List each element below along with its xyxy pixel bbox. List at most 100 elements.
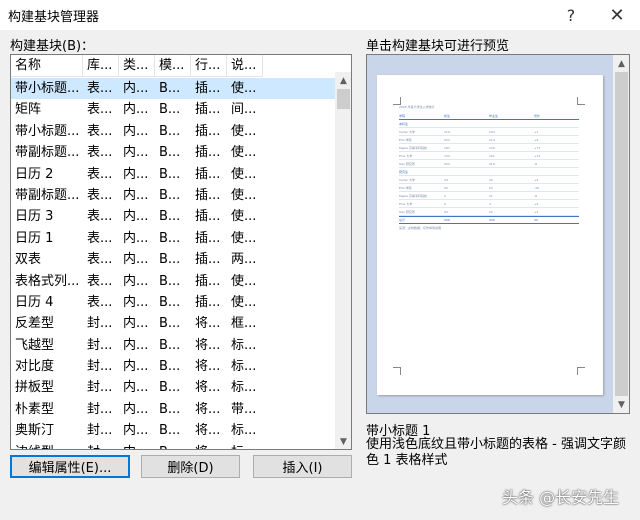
list-cell: 带副标题... bbox=[15, 145, 80, 161]
list-item[interactable]: 表格式列... 表... 内... B... 插... 使... bbox=[11, 271, 335, 292]
column-header-gallery[interactable]: 库... bbox=[83, 55, 119, 77]
scroll-down-icon[interactable]: ▼ bbox=[335, 433, 351, 449]
margin-corner-mark bbox=[393, 367, 401, 375]
preview-table-row: Pine 大学 9 4 +5 bbox=[399, 200, 579, 208]
list-cell: 内... bbox=[123, 145, 149, 161]
list-cell: 使... bbox=[231, 187, 257, 203]
list-cell: 将... bbox=[195, 359, 221, 375]
building-blocks-organizer-dialog: 构建基块管理器 ? ✕ 构建基块(B)： 单击构建基块可进行预览 名称 库...… bbox=[0, 0, 640, 520]
list-cell: B... bbox=[159, 230, 181, 246]
list-cell: 日历 1 bbox=[15, 230, 54, 246]
list-cell: 插... bbox=[195, 166, 221, 182]
preview-table-row: Cedar 大学 24 20 +4 bbox=[399, 176, 579, 184]
help-button[interactable]: ? bbox=[548, 0, 594, 30]
list-cell: 内... bbox=[123, 273, 149, 289]
list-cell: 标... bbox=[231, 380, 257, 396]
list-cell: 将... bbox=[195, 380, 221, 396]
list-cell: 插... bbox=[195, 102, 221, 118]
insert-button[interactable]: 插入(I) bbox=[253, 455, 352, 478]
column-header-behavior[interactable]: 行... bbox=[191, 55, 227, 77]
list-cell: 封... bbox=[87, 359, 113, 375]
list-item[interactable]: 矩阵 表... 内... B... 插... 间... bbox=[11, 99, 335, 120]
list-cell: 表... bbox=[87, 187, 113, 203]
scroll-up-icon[interactable]: ▲ bbox=[613, 55, 629, 72]
column-header-template[interactable]: 模... bbox=[155, 55, 191, 77]
list-cell: B... bbox=[159, 423, 181, 439]
list-item[interactable]: 奥斯汀 封... 内... B... 将... 标... bbox=[11, 420, 335, 441]
list-cell: 使... bbox=[231, 209, 257, 225]
list-cell: 封... bbox=[87, 380, 113, 396]
list-cell: 使... bbox=[231, 81, 257, 96]
help-icon: ? bbox=[566, 5, 576, 25]
list-item[interactable]: 双表 表... 内... B... 插... 两... bbox=[11, 249, 335, 270]
list-cell: 日历 3 bbox=[15, 209, 54, 225]
column-header-description[interactable]: 说... bbox=[227, 55, 263, 77]
list-item[interactable]: 日历 4 表... 内... B... 插... 使... bbox=[11, 292, 335, 313]
list-cell: 使... bbox=[231, 230, 257, 246]
list-item[interactable]: 带副标题... 表... 内... B... 插... 使... bbox=[11, 185, 335, 206]
list-cell: 间... bbox=[231, 102, 257, 118]
watermark: 头条 @长安先生 bbox=[502, 488, 620, 507]
list-cell: 插... bbox=[195, 273, 221, 289]
list-cell: 插... bbox=[195, 209, 221, 225]
close-button[interactable]: ✕ bbox=[594, 0, 640, 30]
preview-table-row: Pine 大学 134 121 +13 bbox=[399, 152, 579, 160]
list-cell: 内... bbox=[123, 187, 149, 203]
scroll-thumb[interactable] bbox=[615, 72, 628, 396]
list-item[interactable]: 带副标题... 表... 内... B... 插... 使... bbox=[11, 142, 335, 163]
list-cell: 边线型 bbox=[11, 442, 83, 449]
list-cell: 日历 2 bbox=[15, 166, 54, 182]
preview-table-footnote: 来源：虚构数据，仅作举例说明 bbox=[399, 226, 442, 230]
list-cell: 内... bbox=[123, 316, 149, 332]
scroll-up-icon[interactable]: ▲ bbox=[335, 72, 351, 89]
preview-table-row: Elm 学院 43 53 -10 bbox=[399, 184, 579, 192]
list-cell: B... bbox=[159, 273, 181, 289]
preview-section-heading: 研究生 bbox=[399, 168, 579, 176]
delete-button[interactable]: 删除(D) bbox=[141, 455, 240, 478]
list-item[interactable]: 带小标题... 表... 内... B... 插... 使... bbox=[11, 78, 335, 100]
list-cell: 使... bbox=[231, 123, 257, 139]
selected-block-description: 使用浅色底纹且带小标题的表格 - 强调文字颜色 1 表格样式 bbox=[366, 437, 626, 468]
list-item[interactable]: 日历 3 表... 内... B... 插... 使... bbox=[11, 206, 335, 227]
list-cell: B... bbox=[159, 81, 181, 96]
list-cell: 将... bbox=[195, 337, 221, 353]
list-cell: 封... bbox=[87, 337, 113, 353]
scroll-thumb[interactable] bbox=[337, 89, 350, 109]
list-cell: 表... bbox=[87, 81, 113, 96]
list-cell: 封... bbox=[87, 423, 113, 439]
list-item[interactable]: 朴素型 封... 内... B... 将... 带... bbox=[11, 399, 335, 420]
list-item[interactable]: 边线型封...内...B...将...标... bbox=[11, 442, 335, 449]
list-item[interactable]: 带小标题... 表... 内... B... 插... 使... bbox=[11, 121, 335, 142]
list-cell: 插... bbox=[195, 294, 221, 310]
column-header-category[interactable]: 类... bbox=[119, 55, 155, 77]
list-item[interactable]: 拼板型 封... 内... B... 将... 标... bbox=[11, 377, 335, 398]
edit-properties-button[interactable]: 编辑属性(E)... bbox=[10, 455, 130, 478]
preview-table: 2005 年度大学生入学统计 学院 新生 毕业生 增长 本科生 Cedar 大学 1… bbox=[399, 105, 579, 232]
list-cell: 内... bbox=[123, 166, 149, 182]
list-cell: 双表 bbox=[15, 252, 42, 268]
scroll-down-icon[interactable]: ▼ bbox=[613, 396, 629, 413]
list-item[interactable]: 日历 2 表... 内... B... 插... 使... bbox=[11, 164, 335, 185]
list-cell: 插... bbox=[195, 187, 221, 203]
list-cell: 内... bbox=[123, 102, 149, 118]
list-cell: 表... bbox=[87, 273, 113, 289]
list-cell: 将... bbox=[195, 401, 221, 417]
list-cell: B... bbox=[159, 102, 181, 118]
list-scrollbar[interactable]: ▲ ▼ bbox=[335, 72, 351, 449]
list-cell: 表格式列... bbox=[15, 273, 80, 289]
building-blocks-list[interactable]: 名称 库... 类... 模... 行... 说... 带小标题... 表... 内… bbox=[10, 54, 352, 450]
list-cell: 朴素型 bbox=[15, 401, 55, 417]
list-item[interactable]: 日历 1 表... 内... B... 插... 使... bbox=[11, 228, 335, 249]
list-cell: 标... bbox=[227, 442, 263, 449]
margin-corner-mark bbox=[393, 97, 401, 105]
list-cell: 内... bbox=[123, 294, 149, 310]
column-header-name[interactable]: 名称 bbox=[11, 55, 83, 77]
list-cell: 表... bbox=[87, 252, 113, 268]
list-cell: 日历 4 bbox=[15, 294, 54, 310]
list-item[interactable]: 反差型 封... 内... B... 将... 框... bbox=[11, 313, 335, 334]
list-cell: 表... bbox=[87, 230, 113, 246]
preview-scrollbar[interactable]: ▲ ▼ bbox=[613, 55, 629, 413]
preview-table-header: 学院 新生 毕业生 增长 bbox=[399, 112, 579, 120]
list-item[interactable]: 对比度 封... 内... B... 将... 标... bbox=[11, 356, 335, 377]
list-item[interactable]: 飞越型 封... 内... B... 将... 标... bbox=[11, 335, 335, 356]
